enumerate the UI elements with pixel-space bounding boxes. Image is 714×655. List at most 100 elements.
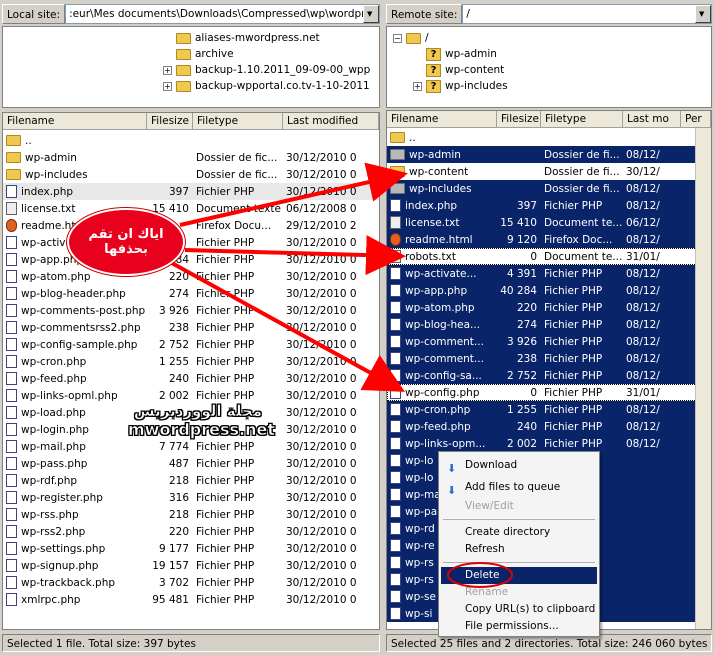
- file-row[interactable]: wp-blog-hea... 274 Fichier PHP 08/12/: [387, 316, 711, 333]
- file-row[interactable]: wp-comments-post.php 3 926 Fichier PHP 30/1…: [3, 302, 379, 319]
- file-name: wp-load.php: [21, 406, 86, 419]
- file-row[interactable]: wp-rss2.php 220 Fichier PHP 30/12/2010 0: [3, 523, 379, 540]
- file-row[interactable]: wp-config-sa... 2 752 Fichier PHP 08/12/: [387, 367, 711, 384]
- local-site-input[interactable]: :eur\Mes documents\Downloads\Compressed\…: [65, 4, 380, 24]
- tree-expander[interactable]: −: [393, 33, 402, 43]
- tree-item[interactable]: ? wp-admin: [413, 46, 497, 62]
- file-row[interactable]: wp-feed.php 240 Fichier PHP 30/12/2010 0: [3, 370, 379, 387]
- column-header-last-modified[interactable]: Last modified: [283, 113, 379, 129]
- file-row[interactable]: wp-pass.php 487 Fichier PHP 30/12/2010 0: [3, 455, 379, 472]
- column-header-filesize[interactable]: Filesize: [147, 113, 193, 129]
- tree-item[interactable]: ? wp-content: [413, 62, 504, 78]
- tree-item[interactable]: aliases-mwordpress.net: [163, 30, 320, 46]
- file-row[interactable]: license.txt 15 410 Document te... 06/12/: [387, 214, 711, 231]
- column-header-last-mo[interactable]: Last mo: [623, 111, 681, 127]
- menu-item-delete[interactable]: Delete: [441, 567, 597, 584]
- php-file-icon: [390, 607, 401, 620]
- tree-item[interactable]: + backup-1.10.2011_09-09-00_wpp: [163, 62, 370, 78]
- local-directory-tree[interactable]: aliases-mwordpress.net archive + backup-1.1…: [2, 26, 380, 108]
- file-row[interactable]: wp-admin Dossier de fic... 30/12/2010 0: [3, 149, 379, 166]
- file-size: 9 120: [506, 233, 537, 246]
- file-row[interactable]: wp-blog-header.php 274 Fichier PHP 30/12/20…: [3, 285, 379, 302]
- file-modified: 30/12/2010 0: [286, 372, 357, 385]
- file-row[interactable]: xmlrpc.php 95 481 Fichier PHP 30/12/2010 0: [3, 591, 379, 608]
- local-file-list[interactable]: Filename Filesize Filetype Last modified ..…: [2, 112, 380, 630]
- php-file-icon: [6, 406, 17, 419]
- tree-item[interactable]: +? wp-includes: [413, 78, 508, 94]
- vertical-scrollbar[interactable]: [695, 128, 711, 629]
- file-row[interactable]: wp-mail.php 7 774 Fichier PHP 30/12/2010 0: [3, 438, 379, 455]
- file-row[interactable]: readme.html 9 120 Firefox Doc... 08/12/: [387, 231, 711, 248]
- menu-item-create-directory[interactable]: Create directory: [441, 524, 597, 541]
- file-row[interactable]: license.txt 15 410 Document texte 06/12/200…: [3, 200, 379, 217]
- column-header-filename[interactable]: Filename: [387, 111, 497, 127]
- column-header-filename[interactable]: Filename: [3, 113, 147, 129]
- menu-item-file-permissions[interactable]: File permissions...: [441, 618, 597, 635]
- file-row[interactable]: wp-settings.php 9 177 Fichier PHP 30/12/201…: [3, 540, 379, 557]
- tree-expander[interactable]: +: [413, 81, 422, 91]
- file-modified: 06/12/2008 0: [286, 202, 357, 215]
- file-modified: 30/12/2010 0: [286, 593, 357, 606]
- column-header-filetype[interactable]: Filetype: [541, 111, 623, 127]
- remote-site-input[interactable]: / ▼: [462, 4, 712, 24]
- file-row[interactable]: wp-register.php 316 Fichier PHP 30/12/2010 …: [3, 489, 379, 506]
- file-row[interactable]: wp-rss.php 218 Fichier PHP 30/12/2010 0: [3, 506, 379, 523]
- file-row[interactable]: wp-config.php 0 Fichier PHP 31/01/: [387, 384, 711, 401]
- file-name-cell: robots.txt: [387, 250, 497, 263]
- file-row[interactable]: wp-signup.php 19 157 Fichier PHP 30/12/2010…: [3, 557, 379, 574]
- remote-directory-tree[interactable]: − /? wp-admin? wp-content +? wp-includes: [386, 26, 712, 108]
- column-header-per[interactable]: Per: [681, 111, 711, 127]
- file-row[interactable]: wp-comment... 238 Fichier PHP 08/12/: [387, 350, 711, 367]
- column-header-filetype[interactable]: Filetype: [193, 113, 283, 129]
- php-file-icon: [390, 369, 401, 382]
- file-row[interactable]: wp-config-sample.php 2 752 Fichier PHP 30/1…: [3, 336, 379, 353]
- file-size: 274: [516, 318, 537, 331]
- file-type: Dossier de fic...: [196, 168, 278, 181]
- file-row[interactable]: wp-activa Fichier PHP 30/12/2010 0: [3, 234, 379, 251]
- file-row[interactable]: wp-admin Dossier de fi... 08/12/: [387, 146, 711, 163]
- column-header-filesize[interactable]: Filesize: [497, 111, 541, 127]
- folder-icon: [176, 32, 191, 44]
- menu-item-download[interactable]: ⬇ Download: [441, 457, 597, 475]
- file-modified: 29/12/2010 2: [286, 219, 357, 232]
- file-modified: 30/12/2010 0: [286, 304, 357, 317]
- file-row[interactable]: wp-includes Dossier de fi... 08/12/: [387, 180, 711, 197]
- file-row[interactable]: wp-content Dossier de fi... 30/12/: [387, 163, 711, 180]
- file-row[interactable]: wp-trackback.php 3 702 Fichier PHP 30/12/20…: [3, 574, 379, 591]
- file-name: wp-comments-post.php: [21, 304, 146, 317]
- file-row[interactable]: wp-includes Dossier de fic... 30/12/2010 0: [3, 166, 379, 183]
- file-row[interactable]: wp-cron.php 1 255 Fichier PHP 30/12/2010 0: [3, 353, 379, 370]
- file-type: Fichier PHP: [196, 321, 255, 334]
- tree-item[interactable]: − /: [393, 30, 429, 46]
- file-row[interactable]: readme.ht Firefox Docu... 29/12/2010 2: [3, 217, 379, 234]
- file-row[interactable]: index.php 397 Fichier PHP 08/12/: [387, 197, 711, 214]
- file-type: Fichier PHP: [544, 267, 603, 280]
- menu-item-refresh[interactable]: Refresh: [441, 541, 597, 558]
- tree-item[interactable]: + backup-wpportal.co.tv-1-10-2011: [163, 78, 370, 94]
- file-row[interactable]: wp-links-opm... 2 002 Fichier PHP 08/12/: [387, 435, 711, 452]
- file-row[interactable]: wp-app.php 284 Fichier PHP 30/12/2010 0: [3, 251, 379, 268]
- file-row[interactable]: wp-commentsrss2.php 238 Fichier PHP 30/12/2…: [3, 319, 379, 336]
- file-row[interactable]: wp-atom.php 220 Fichier PHP 30/12/2010 0: [3, 268, 379, 285]
- file-type: Fichier PHP: [544, 301, 603, 314]
- php-file-icon: [390, 352, 401, 365]
- file-row[interactable]: wp-activate... 4 391 Fichier PHP 08/12/: [387, 265, 711, 282]
- tree-item[interactable]: archive: [163, 46, 234, 62]
- tree-item-label: backup-wpportal.co.tv-1-10-2011: [195, 80, 370, 92]
- remote-site-dropdown-button[interactable]: ▼: [695, 5, 711, 23]
- file-row[interactable]: wp-comment... 3 926 Fichier PHP 08/12/: [387, 333, 711, 350]
- file-row[interactable]: index.php 397 Fichier PHP 30/12/2010 0: [3, 183, 379, 200]
- file-row[interactable]: wp-app.php 40 284 Fichier PHP 08/12/: [387, 282, 711, 299]
- file-row[interactable]: robots.txt 0 Document te... 31/01/: [387, 248, 711, 265]
- file-row[interactable]: ..: [3, 132, 379, 149]
- file-row[interactable]: wp-rdf.php 218 Fichier PHP 30/12/2010 0: [3, 472, 379, 489]
- menu-item-add-to-queue[interactable]: ⬇ Add files to queue: [441, 479, 597, 497]
- file-row[interactable]: wp-feed.php 240 Fichier PHP 08/12/: [387, 418, 711, 435]
- tree-expander[interactable]: +: [163, 81, 172, 91]
- tree-expander[interactable]: +: [163, 65, 172, 75]
- file-row[interactable]: wp-atom.php 220 Fichier PHP 08/12/: [387, 299, 711, 316]
- file-row[interactable]: ..: [387, 129, 711, 146]
- menu-item-copy-urls[interactable]: Copy URL(s) to clipboard: [441, 601, 597, 618]
- local-site-dropdown-button[interactable]: ▼: [363, 5, 379, 23]
- file-row[interactable]: wp-cron.php 1 255 Fichier PHP 08/12/: [387, 401, 711, 418]
